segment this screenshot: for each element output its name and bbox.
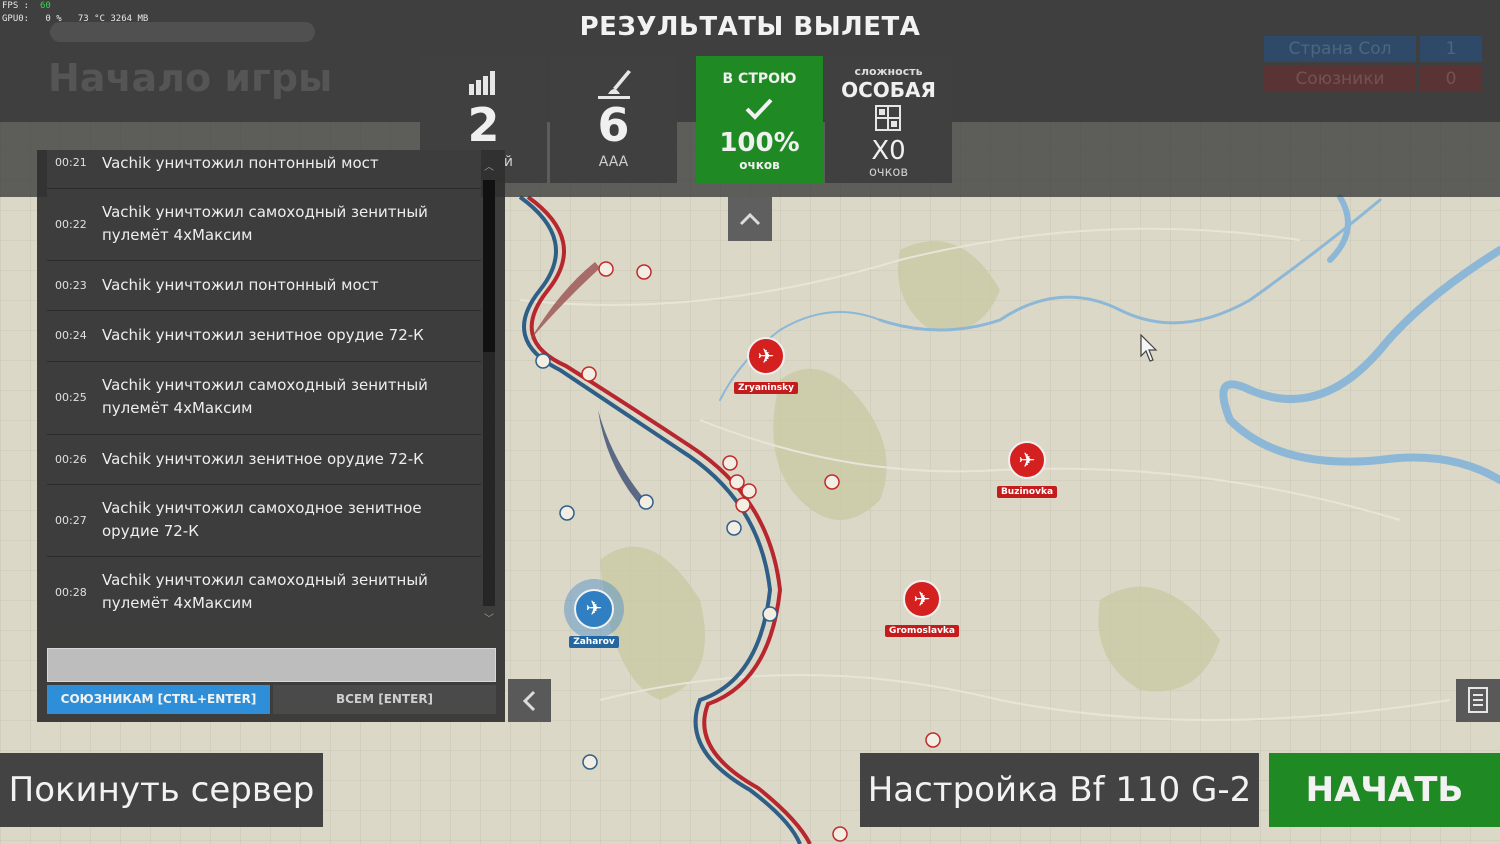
briefing-menu-button[interactable] <box>1456 679 1500 722</box>
expand-results-button[interactable] <box>728 197 772 241</box>
document-icon <box>1468 687 1488 713</box>
airfield-gromoslavka[interactable]: ✈ Gromoslavka <box>866 580 978 637</box>
airfield-red-icon: ✈ <box>1008 441 1046 479</box>
chat-input[interactable] <box>47 648 496 682</box>
message-time: 00:27 <box>55 514 87 527</box>
chevron-left-icon <box>522 690 535 712</box>
airfield-label: Gromoslavka <box>884 625 959 637</box>
send-to-all-button[interactable]: ВСЕМ [ENTER] <box>273 685 496 714</box>
message-text: Vachik уничтожил зенитное орудие 72-К <box>102 326 424 344</box>
chat-message: 00:26 Vachik уничтожил зенитное орудие 7… <box>47 435 481 485</box>
send-to-allies-button[interactable]: СОЮЗНИКАМ [CTRL+ENTER] <box>47 685 270 714</box>
chat-message: 00:27 Vachik уничтожил самоходное зенитн… <box>47 485 481 557</box>
team-name: Союзники <box>1264 66 1416 92</box>
chevron-up-icon <box>739 212 761 226</box>
airfield-red-icon: ✈ <box>747 337 785 375</box>
message-text: Vachik уничтожил понтонный мост <box>102 276 379 294</box>
mouse-cursor-icon <box>1140 334 1158 362</box>
status-label: В СТРОЮ <box>722 71 797 87</box>
fps-value: 60 <box>39 1 51 11</box>
start-button[interactable]: НАЧАТЬ <box>1269 753 1500 827</box>
message-text: Vachik уничтожил самоходное зенитное ору… <box>102 499 422 540</box>
chat-scrollbar-thumb[interactable] <box>483 180 495 352</box>
results-title: РЕЗУЛЬТАТЫ ВЫЛЕТА <box>579 12 921 42</box>
scroll-down-icon[interactable]: ﹀ <box>483 614 495 626</box>
airfield-label: Zryaninsky <box>733 382 798 394</box>
aircraft-setup-button[interactable]: Настройка Bf 110 G-2 <box>860 753 1259 827</box>
airfield-zryaninsky[interactable]: ✈ Zryaninsky <box>710 337 822 394</box>
status-points-label: очков <box>739 158 780 172</box>
team-row: Союзники 0 <box>1264 66 1482 92</box>
check-icon <box>745 98 773 120</box>
chat-message: 00:24 Vachik уничтожил зенитное орудие 7… <box>47 311 481 362</box>
scroll-up-icon[interactable]: ︿ <box>483 162 495 174</box>
chat-message: 00:23 Vachik уничтожил понтонный мост <box>47 261 481 311</box>
airfield-blue-icon: ✈ <box>574 589 614 629</box>
stat-aaa-label: AAA <box>598 154 629 170</box>
difficulty-multiplier: X0 <box>871 136 906 166</box>
message-time: 00:28 <box>55 586 87 599</box>
stat-aaa-value: 6 <box>597 98 630 152</box>
message-time: 00:22 <box>55 218 87 231</box>
difficulty-points-label: очков <box>868 165 909 180</box>
building-icon <box>469 71 495 95</box>
message-text: Vachik уничтожил самоходный зенитный пул… <box>102 571 428 612</box>
chat-message: 00:21 Vachik уничтожил понтонный мост <box>47 150 481 189</box>
message-time: 00:21 <box>55 156 87 169</box>
airfield-zaharov[interactable]: ✈ Zaharov <box>538 589 650 648</box>
difficulty-value: ОСОБАЯ <box>841 78 936 102</box>
airfield-label: Buzinovka <box>996 486 1058 498</box>
stat-buildings-value: 2 <box>467 98 500 152</box>
fps-label: FPS : <box>2 1 30 11</box>
chat-message: 00:25 Vachik уничтожил самоходный зенитн… <box>47 362 481 435</box>
chat-panel: 00:21 Vachik уничтожил понтонный мост 00… <box>37 150 505 722</box>
message-time: 00:26 <box>55 453 87 466</box>
difficulty-caption: сложность <box>854 65 923 78</box>
chat-message-list[interactable]: 00:21 Vachik уничтожил понтонный мост 00… <box>47 150 481 628</box>
status-percent: 100% <box>719 128 800 158</box>
airfield-label: Zaharov <box>569 636 619 648</box>
stat-aaa: 6 AAA <box>550 56 677 183</box>
stat-difficulty: сложность ОСОБАЯ X0 очков <box>825 56 952 183</box>
message-text: Vachik уничтожил понтонный мост <box>102 154 379 172</box>
message-time: 00:25 <box>55 391 87 404</box>
airfield-buzinovka[interactable]: ✈ Buzinovka <box>971 441 1083 498</box>
settings-grid-icon <box>875 105 901 131</box>
chat-message: 00:22 Vachik уничтожил самоходный зенитн… <box>47 189 481 261</box>
team-score: 0 <box>1420 66 1482 92</box>
stat-status: В СТРОЮ 100% очков <box>696 56 823 183</box>
message-text: Vachik уничтожил самоходный зенитный пул… <box>102 203 428 244</box>
leave-server-button[interactable]: Покинуть сервер <box>0 753 323 827</box>
chat-message: 00:28 Vachik уничтожил самоходный зенитн… <box>47 557 481 628</box>
aa-gun-icon <box>598 70 631 99</box>
collapse-chat-button[interactable] <box>508 679 551 722</box>
background-title: Начало игры <box>48 56 333 100</box>
message-text: Vachik уничтожил самоходный зенитный пул… <box>102 376 428 417</box>
airfield-red-icon: ✈ <box>903 580 941 618</box>
message-time: 00:24 <box>55 329 87 342</box>
background-team-table: Страна Сол 1 Союзники 0 <box>1264 36 1482 96</box>
message-text: Vachik уничтожил зенитное орудие 72-К <box>102 450 424 468</box>
message-time: 00:23 <box>55 279 87 292</box>
